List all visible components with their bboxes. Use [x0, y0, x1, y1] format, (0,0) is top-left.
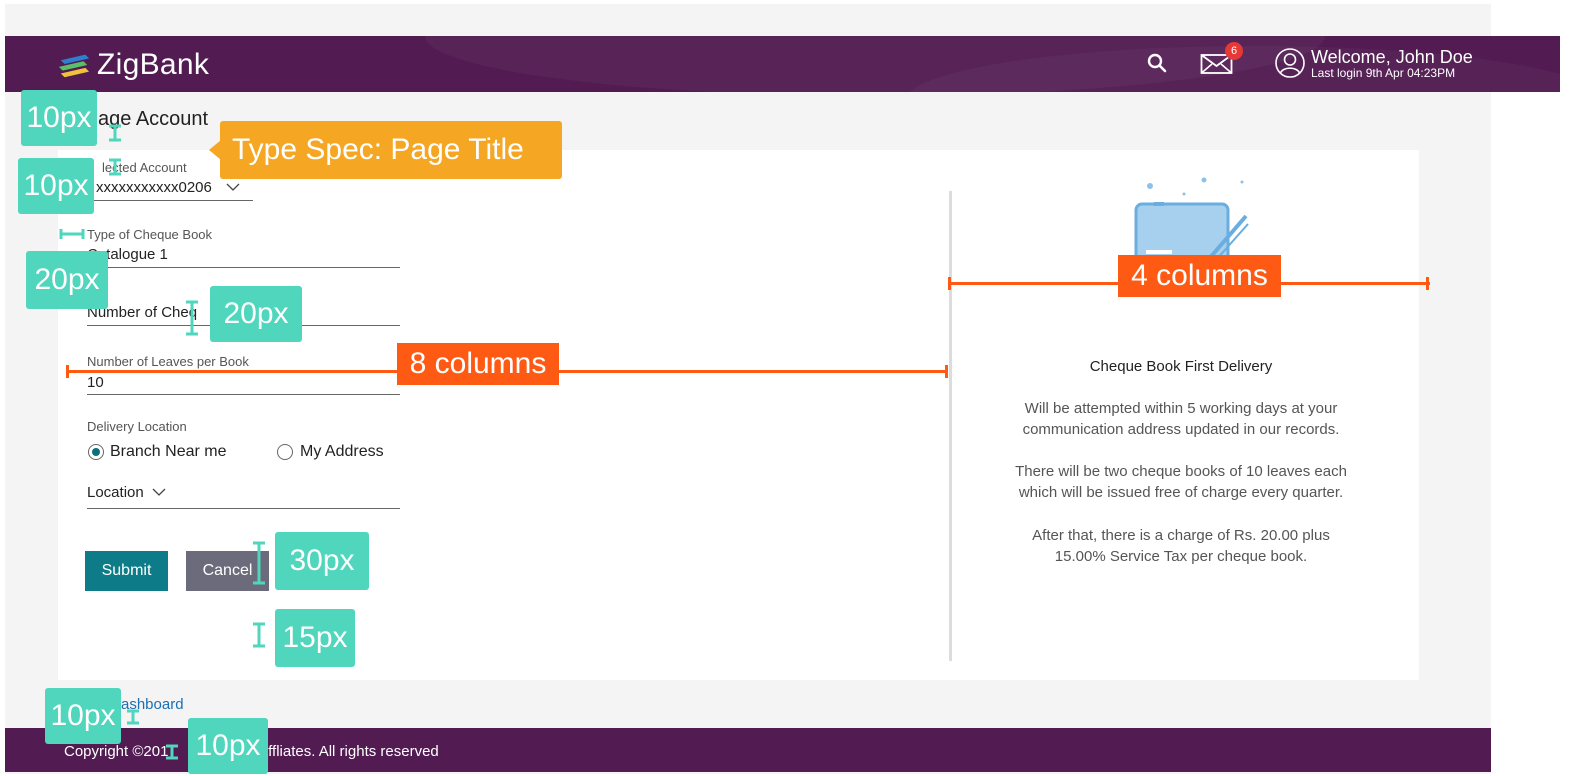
spacing-marker-icon [253, 622, 265, 648]
user-avatar-icon[interactable] [1274, 47, 1306, 79]
spacing-annotation: 10px [45, 688, 121, 744]
spacing-annotation: 15px [275, 609, 355, 667]
spacing-marker-icon [166, 744, 178, 760]
spacing-marker-icon [127, 709, 139, 725]
info-line: After that, there is a charge of Rs. 20.… [1032, 527, 1330, 544]
last-login-text: Last login 9th Apr 04:23PM [1311, 66, 1456, 80]
brand-logo[interactable]: ZigBank [57, 48, 209, 82]
callout-pointer-icon [209, 140, 221, 160]
leaves-per-book-value[interactable]: 10 [87, 374, 104, 391]
info-line: which will be issued free of charge ever… [1018, 484, 1344, 501]
spacing-annotation: 10px [188, 718, 268, 774]
info-line: 15.00% Service Tax per cheque book. [1054, 548, 1308, 565]
spacing-marker-icon [59, 229, 85, 239]
submit-button[interactable]: Submit [85, 551, 168, 591]
column-divider [949, 191, 952, 661]
info-title: Cheque Book First Delivery [1089, 358, 1273, 375]
leaves-per-book-label: Number of Leaves per Book [87, 354, 249, 369]
info-paragraph-3: After that, there is a charge of Rs. 20.… [1000, 525, 1362, 567]
location-underline [87, 508, 400, 509]
selected-account-value: xxxxxxxxxxx0206 [96, 179, 212, 196]
mail-count-badge: 6 [1225, 42, 1243, 60]
cheque-type-label: Type of Cheque Book [87, 227, 213, 242]
info-line: communication address updated in our rec… [1022, 421, 1340, 438]
selected-account-select[interactable]: xxxxxxxxxxx0206 [96, 179, 240, 196]
location-label: Location [87, 484, 144, 501]
info-line: Will be attempted within 5 working days … [1024, 400, 1338, 417]
spacing-marker-icon [109, 158, 121, 176]
brand-name: ZigBank [97, 48, 210, 81]
chevron-down-icon [226, 183, 240, 191]
cheque-book-illustration [1134, 177, 1249, 266]
delivery-location-label: Delivery Location [87, 419, 187, 434]
chevron-down-icon [152, 488, 166, 496]
spacing-annotation: 30px [275, 532, 369, 590]
measure-tick [945, 365, 948, 378]
spacing-annotation: 10px [18, 158, 94, 214]
radio-address-label[interactable]: My Address [300, 443, 384, 461]
spacing-marker-icon [253, 541, 265, 585]
copyright-start: Copyright ©201 [64, 743, 169, 760]
info-paragraph-1: Will be attempted within 5 working days … [1000, 398, 1362, 440]
four-columns-label: 4 columns [1118, 255, 1281, 297]
info-line: There will be two cheque books of 10 lea… [1015, 463, 1347, 480]
selected-account-underline [87, 200, 253, 201]
search-icon[interactable] [1146, 52, 1170, 76]
radio-branch-near-me[interactable] [88, 444, 104, 460]
eight-columns-label: 8 columns [397, 343, 559, 385]
leaves-per-book-underline [87, 394, 400, 395]
spacing-annotation: 10px [21, 90, 97, 146]
spacing-annotation: 20px [26, 251, 108, 309]
cheque-type-underline [87, 267, 400, 268]
location-select[interactable]: Location [87, 484, 166, 501]
spacing-annotation: 20px [210, 286, 302, 342]
welcome-text[interactable]: Welcome, John Doe [1311, 48, 1473, 66]
type-spec-annotation: Type Spec: Page Title [220, 121, 562, 179]
radio-branch-label[interactable]: Branch Near me [110, 443, 227, 461]
top-navigation-bar: ZigBank 6 Welcome, John Doe Last login 9… [5, 36, 1560, 92]
measure-tick [1426, 277, 1429, 290]
radio-my-address[interactable] [277, 444, 293, 460]
info-paragraph-2: There will be two cheque books of 10 lea… [1000, 461, 1362, 503]
spacing-marker-icon [186, 300, 198, 336]
spacing-marker-icon [109, 124, 121, 142]
zigbank-logo-icon [58, 54, 90, 78]
